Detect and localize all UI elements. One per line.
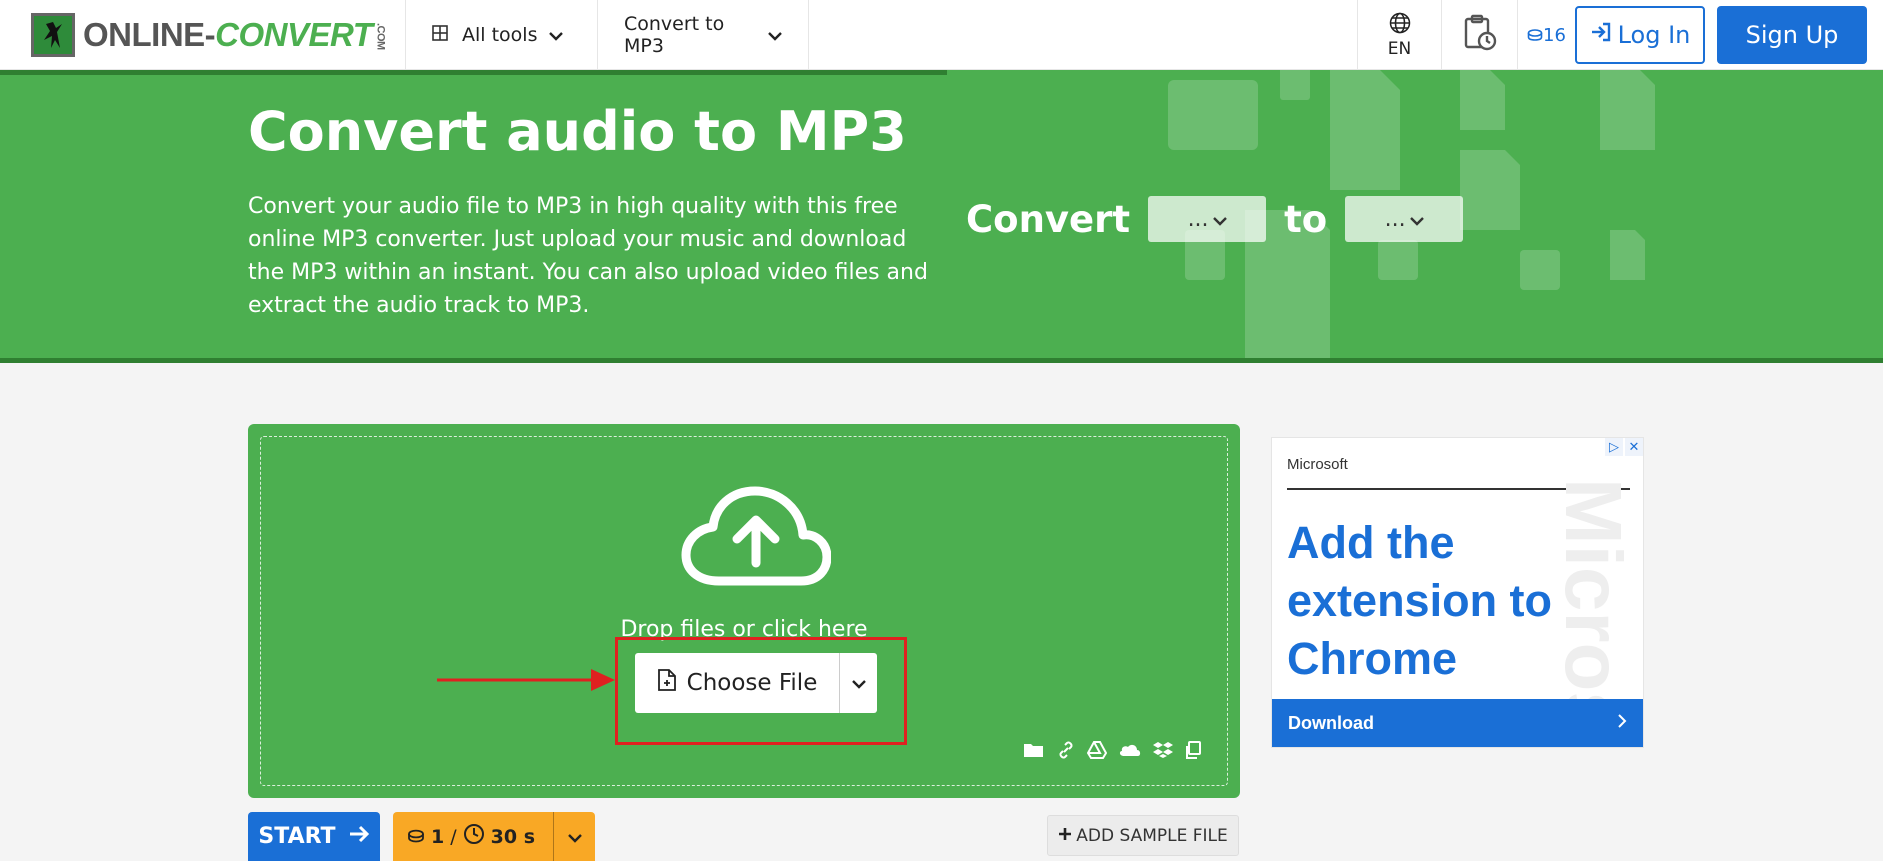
chevron-down-icon	[768, 24, 782, 46]
top-navigation-bar: ONLINE-CONVERT .COM All tools Convert to …	[0, 0, 1883, 70]
start-label: START	[258, 824, 336, 849]
hero-top-stripe	[0, 70, 947, 75]
clipboard-clock-icon	[1463, 14, 1497, 56]
ad-choices-icon[interactable]: ▷	[1605, 438, 1623, 456]
hero-banner: Convert audio to MP3 Convert your audio …	[0, 70, 1883, 363]
page-description: Convert your audio file to MP3 in high q…	[248, 194, 928, 318]
cost-separator: /	[450, 825, 457, 848]
advertisement[interactable]: ▷ ✕ Microsoft Microso Add the extension …	[1271, 437, 1644, 748]
plus-icon	[1058, 826, 1072, 846]
ad-download-button[interactable]: Download	[1272, 699, 1643, 747]
cost-time: 30 s	[490, 825, 536, 848]
choose-file-label: Choose File	[686, 670, 818, 696]
add-sample-file-button[interactable]: ADD SAMPLE FILE	[1047, 815, 1239, 856]
source-format-value: ...	[1187, 206, 1209, 232]
ad-headline: Add the extension to Chrome	[1287, 517, 1553, 684]
coin-icon	[1527, 25, 1543, 46]
login-label: Log In	[1617, 21, 1691, 49]
cost-credits: 1	[431, 825, 445, 848]
arrow-right-icon	[348, 824, 370, 850]
link-icon[interactable]	[1057, 741, 1075, 759]
chevron-down-icon	[1212, 207, 1227, 232]
site-logo[interactable]: ONLINE-CONVERT .COM	[0, 0, 406, 69]
conversion-cost-info: 1 / 30 s	[393, 812, 553, 861]
language-selector[interactable]: EN	[1357, 0, 1441, 70]
header-right-tools: EN 16 Log In Sign Up	[1357, 0, 1883, 70]
chevron-down-icon	[851, 674, 866, 693]
language-code: EN	[1387, 38, 1412, 59]
file-plus-icon	[657, 668, 677, 698]
signup-label: Sign Up	[1745, 21, 1839, 49]
drop-zone-border: Drop files or click here Choose File	[260, 436, 1228, 786]
page-title: Convert audio to MP3	[248, 100, 907, 163]
add-sample-label: ADD SAMPLE FILE	[1076, 825, 1228, 846]
nav-convert-label: Convert to MP3	[624, 12, 725, 57]
nav-all-tools[interactable]: All tools	[406, 0, 598, 69]
cost-dropdown[interactable]	[553, 812, 595, 861]
format-selector-row: Convert ... to ...	[966, 196, 1481, 242]
upload-sources	[1023, 741, 1201, 759]
coin-icon	[407, 826, 425, 848]
file-drop-zone[interactable]: Drop files or click here Choose File	[248, 424, 1240, 798]
choose-file-dropdown[interactable]	[839, 653, 877, 713]
login-button[interactable]: Log In	[1575, 6, 1705, 64]
start-button[interactable]: START	[248, 812, 380, 861]
choose-file-group: Choose File	[635, 653, 877, 713]
credits-indicator[interactable]: 16	[1517, 0, 1575, 70]
chevron-down-icon	[1409, 207, 1424, 232]
folder-icon[interactable]	[1023, 741, 1045, 759]
dropbox-icon[interactable]	[1153, 741, 1173, 759]
logo-text: ONLINE-CONVERT .COM	[83, 15, 387, 53]
signup-button[interactable]: Sign Up	[1717, 6, 1867, 64]
clipboard-icon[interactable]	[1185, 741, 1201, 759]
clock-icon	[463, 823, 485, 850]
choose-file-button[interactable]: Choose File	[635, 653, 839, 713]
to-label: to	[1284, 197, 1328, 241]
target-format-select[interactable]: ...	[1345, 196, 1464, 242]
chevron-down-icon	[549, 24, 564, 46]
cloud-upload-icon	[681, 485, 832, 593]
grid-icon	[432, 24, 448, 46]
ad-cta-label: Download	[1288, 712, 1374, 733]
ad-brand: Microsoft	[1287, 456, 1348, 473]
target-format-value: ...	[1384, 206, 1406, 232]
google-drive-icon[interactable]	[1087, 741, 1107, 759]
chevron-down-icon	[567, 826, 582, 848]
login-arrow-icon	[1590, 21, 1612, 49]
onedrive-icon[interactable]	[1119, 741, 1141, 759]
annotation-arrow-icon	[437, 667, 617, 697]
close-icon[interactable]: ✕	[1625, 438, 1643, 456]
source-format-select[interactable]: ...	[1148, 196, 1267, 242]
logo-icon	[31, 12, 75, 57]
chevron-right-icon	[1617, 713, 1627, 734]
history-button[interactable]	[1441, 0, 1517, 70]
credits-count: 16	[1543, 24, 1566, 46]
conversion-cost-button[interactable]: 1 / 30 s	[393, 812, 595, 861]
convert-label: Convert	[966, 197, 1131, 241]
ad-controls: ▷ ✕	[1603, 438, 1643, 456]
globe-icon	[1389, 12, 1411, 39]
nav-all-tools-label: All tools	[462, 23, 538, 46]
nav-convert-to-mp3[interactable]: Convert to MP3	[598, 0, 809, 69]
